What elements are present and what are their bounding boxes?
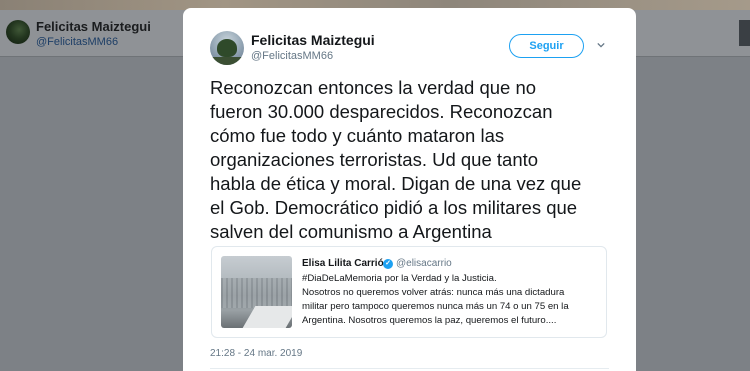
- author-avatar[interactable]: [210, 31, 244, 65]
- quoted-author-name: Elisa Lilita Carrió: [302, 258, 384, 269]
- quoted-tweet-text: #DiaDeLaMemoria por la Verdad y la Justi…: [302, 273, 569, 326]
- quoted-tweet[interactable]: Elisa Lilita Carrió ✓ @elisacarrio #DiaD…: [211, 246, 607, 338]
- profile-handle[interactable]: @FelicitasMM66: [36, 36, 118, 48]
- tweet-text: Reconozcan entonces la verdad que no fue…: [210, 77, 582, 242]
- chevron-down-icon[interactable]: [597, 41, 605, 49]
- profile-side-control[interactable]: [739, 20, 750, 46]
- quoted-tweet-image[interactable]: [221, 256, 292, 328]
- follow-button[interactable]: Seguir: [509, 34, 584, 58]
- verified-badge-icon: ✓: [383, 259, 393, 269]
- tweet-modal: Felicitas Maiztegui @FelicitasMM66 Segui…: [183, 8, 636, 371]
- quoted-author-handle: @elisacarrio: [396, 258, 452, 269]
- divider: [210, 368, 609, 369]
- profile-name[interactable]: Felicitas Maiztegui: [36, 19, 151, 34]
- profile-avatar[interactable]: [6, 20, 30, 44]
- author-name[interactable]: Felicitas Maiztegui: [251, 32, 375, 48]
- tweet-timestamp[interactable]: 21:28 - 24 mar. 2019: [210, 348, 302, 359]
- author-handle[interactable]: @FelicitasMM66: [251, 50, 333, 62]
